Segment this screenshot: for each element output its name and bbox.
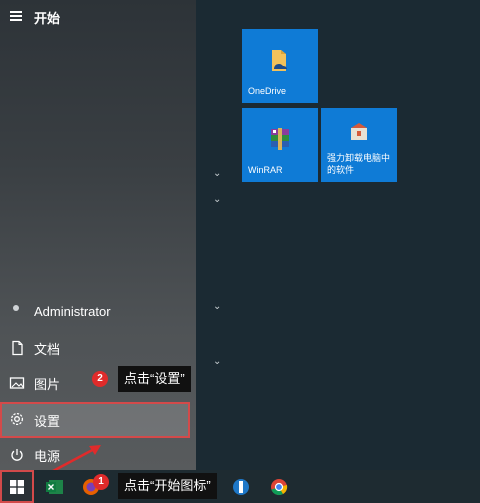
windows-logo-icon [10, 480, 24, 494]
taskbar [0, 470, 480, 503]
step-callout: 点击“设置” [118, 366, 191, 392]
app-icon[interactable] [232, 478, 250, 496]
annotation-arrow [39, 445, 101, 480]
step-badge: 1 [93, 474, 109, 490]
step-callout: 点击“开始图标” [118, 473, 217, 499]
step-badge: 2 [92, 371, 108, 387]
excel-icon[interactable] [46, 478, 64, 496]
start-button[interactable] [0, 470, 34, 503]
chrome-icon[interactable] [270, 478, 288, 496]
